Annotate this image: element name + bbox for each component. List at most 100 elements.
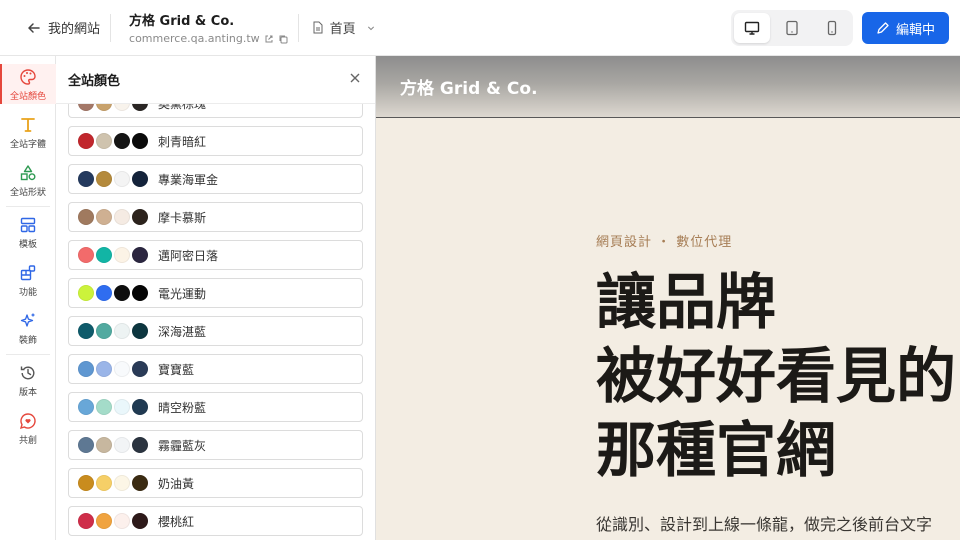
external-link-icon[interactable]: [264, 34, 274, 44]
color-swatch: [132, 133, 148, 149]
divider: [110, 13, 112, 42]
edit-mode-label: 編輯中: [895, 22, 935, 38]
mobile-view-button[interactable]: [814, 13, 850, 43]
color-swatch: [96, 247, 112, 263]
rail-label: 版本: [18, 388, 37, 398]
tablet-icon: [786, 20, 798, 36]
rail-item-decorations[interactable]: 裝飾: [0, 312, 56, 346]
color-swatch: [78, 285, 94, 301]
palette-option[interactable]: 刺青暗紅: [68, 126, 363, 156]
palette-option[interactable]: 櫻桃紅: [68, 506, 363, 536]
palette-name: 摩卡慕斯: [158, 210, 207, 225]
color-swatch: [96, 361, 112, 377]
rail-item-site-colors[interactable]: 全站顏色: [0, 64, 56, 104]
palette-option[interactable]: 霧霾藍灰: [68, 430, 363, 460]
site-colors-panel: 奧黛棕瑰刺青暗紅專業海軍金摩卡慕斯邁阿密日落電光運動深海湛藍寶寶藍晴空粉藍霧霾藍…: [56, 56, 376, 540]
device-switcher: [731, 10, 853, 46]
palette-name: 寶寶藍: [158, 362, 195, 377]
page-selector-label: 首頁: [329, 22, 356, 37]
copy-icon[interactable]: [278, 34, 288, 44]
palette-option[interactable]: 寶寶藍: [68, 354, 363, 384]
palette-name: 霧霾藍灰: [158, 438, 207, 453]
color-swatch: [132, 285, 148, 301]
page-icon: [313, 21, 323, 34]
color-swatch: [114, 323, 130, 339]
preview-hero-title: 讓品牌 被好好看見的 那種官網: [596, 266, 956, 488]
palette-option[interactable]: 專業海軍金: [68, 164, 363, 194]
close-button[interactable]: [348, 70, 362, 89]
tablet-view-button[interactable]: [774, 13, 810, 43]
color-swatch: [132, 437, 148, 453]
rail-item-versions[interactable]: 版本: [0, 364, 56, 398]
rail-label: 裝飾: [18, 336, 37, 346]
color-swatch: [132, 323, 148, 339]
rail-item-site-fonts[interactable]: 全站字體: [0, 116, 56, 150]
hero-line: 被好好看見的: [596, 342, 956, 412]
site-url-link[interactable]: commerce.qa.anting.tw: [129, 32, 260, 45]
close-icon: [350, 73, 360, 83]
color-swatch: [132, 171, 148, 187]
site-preview: 方格 Grid & Co. 網頁設計 ・ 數位代理 讓品牌 被好好看見的 那種官…: [376, 56, 960, 540]
rail-item-site-shapes[interactable]: 全站形狀: [0, 164, 56, 198]
rail-item-cocreate[interactable]: 共創: [0, 412, 56, 446]
palette-option[interactable]: 摩卡慕斯: [68, 202, 363, 232]
site-name: 方格 Grid & Co.: [129, 14, 235, 29]
color-swatch: [78, 399, 94, 415]
back-label: 我的網站: [48, 22, 101, 37]
palette-name: 奶油黃: [158, 476, 195, 491]
arrow-left-icon: [28, 22, 40, 33]
sparkles-icon: [20, 313, 35, 327]
preview-eyebrow: 網頁設計 ・ 數位代理: [596, 235, 733, 250]
color-swatch: [78, 323, 94, 339]
rail-label: 全站字體: [9, 140, 46, 150]
rail-divider: [6, 206, 50, 207]
color-swatch: [78, 475, 94, 491]
color-swatch: [96, 209, 112, 225]
color-swatch: [78, 513, 94, 529]
color-swatch: [78, 133, 94, 149]
palette-name: 專業海軍金: [158, 172, 219, 187]
rail-label: 功能: [18, 288, 37, 298]
history-icon: [20, 366, 35, 380]
preview-brand: 方格 Grid & Co.: [400, 79, 538, 99]
palette-option[interactable]: 奶油黃: [68, 468, 363, 498]
widgets-icon: [20, 265, 36, 281]
rail-item-features[interactable]: 功能: [0, 264, 56, 298]
palette-name: 晴空粉藍: [158, 400, 207, 415]
color-swatch: [96, 437, 112, 453]
preview-header[interactable]: 方格 Grid & Co.: [376, 56, 960, 118]
color-swatch: [132, 209, 148, 225]
palette-name: 深海湛藍: [158, 324, 207, 339]
palette-option[interactable]: 晴空粉藍: [68, 392, 363, 422]
color-swatch: [78, 247, 94, 263]
back-button[interactable]: 我的網站: [26, 18, 100, 37]
page-selector[interactable]: 首頁: [311, 18, 376, 37]
edit-mode-button[interactable]: 編輯中: [862, 12, 949, 44]
color-swatch: [114, 437, 130, 453]
color-swatch: [78, 209, 94, 225]
color-swatch: [132, 475, 148, 491]
palette-option[interactable]: 電光運動: [68, 278, 363, 308]
palette-name: 刺青暗紅: [158, 134, 207, 149]
rail-label: 全站形狀: [9, 188, 46, 198]
color-swatch: [78, 437, 94, 453]
rail-label: 共創: [18, 436, 37, 446]
color-swatch: [96, 133, 112, 149]
color-swatch: [132, 513, 148, 529]
color-swatch: [114, 285, 130, 301]
color-swatch: [114, 247, 130, 263]
desktop-icon: [744, 21, 760, 35]
typography-icon: [21, 118, 35, 132]
desktop-view-button[interactable]: [734, 13, 770, 43]
site-url-row: commerce.qa.anting.tw: [129, 32, 288, 45]
color-swatch: [114, 475, 130, 491]
palette-name: 電光運動: [158, 286, 207, 301]
left-rail: 全站顏色 全站字體 全站形狀 模板 功能 裝飾 版本 共創: [0, 56, 56, 540]
panel-header: 全站顏色: [56, 56, 375, 104]
template-icon: [20, 217, 36, 233]
rail-item-templates[interactable]: 模板: [0, 216, 56, 250]
palette-option[interactable]: 邁阿密日落: [68, 240, 363, 270]
mobile-icon: [827, 20, 837, 36]
palette-option[interactable]: 深海湛藍: [68, 316, 363, 346]
color-swatch: [114, 209, 130, 225]
